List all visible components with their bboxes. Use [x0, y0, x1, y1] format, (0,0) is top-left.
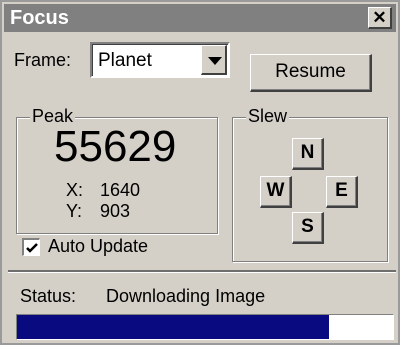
title-bar[interactable]: Focus ✕ — [4, 4, 396, 32]
download-progress-bar — [16, 314, 394, 340]
window-title: Focus — [10, 7, 69, 29]
slew-east-button[interactable]: E — [326, 176, 358, 208]
frame-selected-value: Planet — [98, 50, 152, 71]
focus-window: Focus ✕ Frame: Planet Resume Peak 55629 … — [0, 0, 400, 345]
checkmark-icon — [26, 243, 38, 253]
peak-x-value: 1640 — [100, 180, 141, 200]
peak-y-value: 903 — [100, 201, 131, 221]
status-text: Downloading Image — [106, 286, 266, 306]
slew-west-button[interactable]: W — [260, 176, 292, 208]
status-label: Status: — [20, 286, 77, 306]
slew-north-button[interactable]: N — [292, 138, 324, 170]
close-icon: ✕ — [372, 8, 387, 27]
status-separator — [8, 270, 396, 273]
resume-button[interactable]: Resume — [250, 54, 372, 92]
peak-value: 55629 — [54, 122, 177, 171]
slew-south-button[interactable]: S — [292, 212, 324, 244]
progress-fill — [17, 315, 329, 339]
slew-legend: Slew — [246, 106, 290, 127]
peak-x-label: X: — [66, 180, 84, 200]
frame-select[interactable]: Planet — [90, 42, 230, 78]
chevron-down-icon[interactable] — [201, 45, 227, 75]
auto-update-label: Auto Update — [48, 236, 149, 256]
frame-label: Frame: — [14, 50, 72, 70]
auto-update-checkbox[interactable] — [22, 238, 40, 256]
close-button[interactable]: ✕ — [368, 7, 392, 29]
peak-y-label: Y: — [66, 201, 83, 221]
